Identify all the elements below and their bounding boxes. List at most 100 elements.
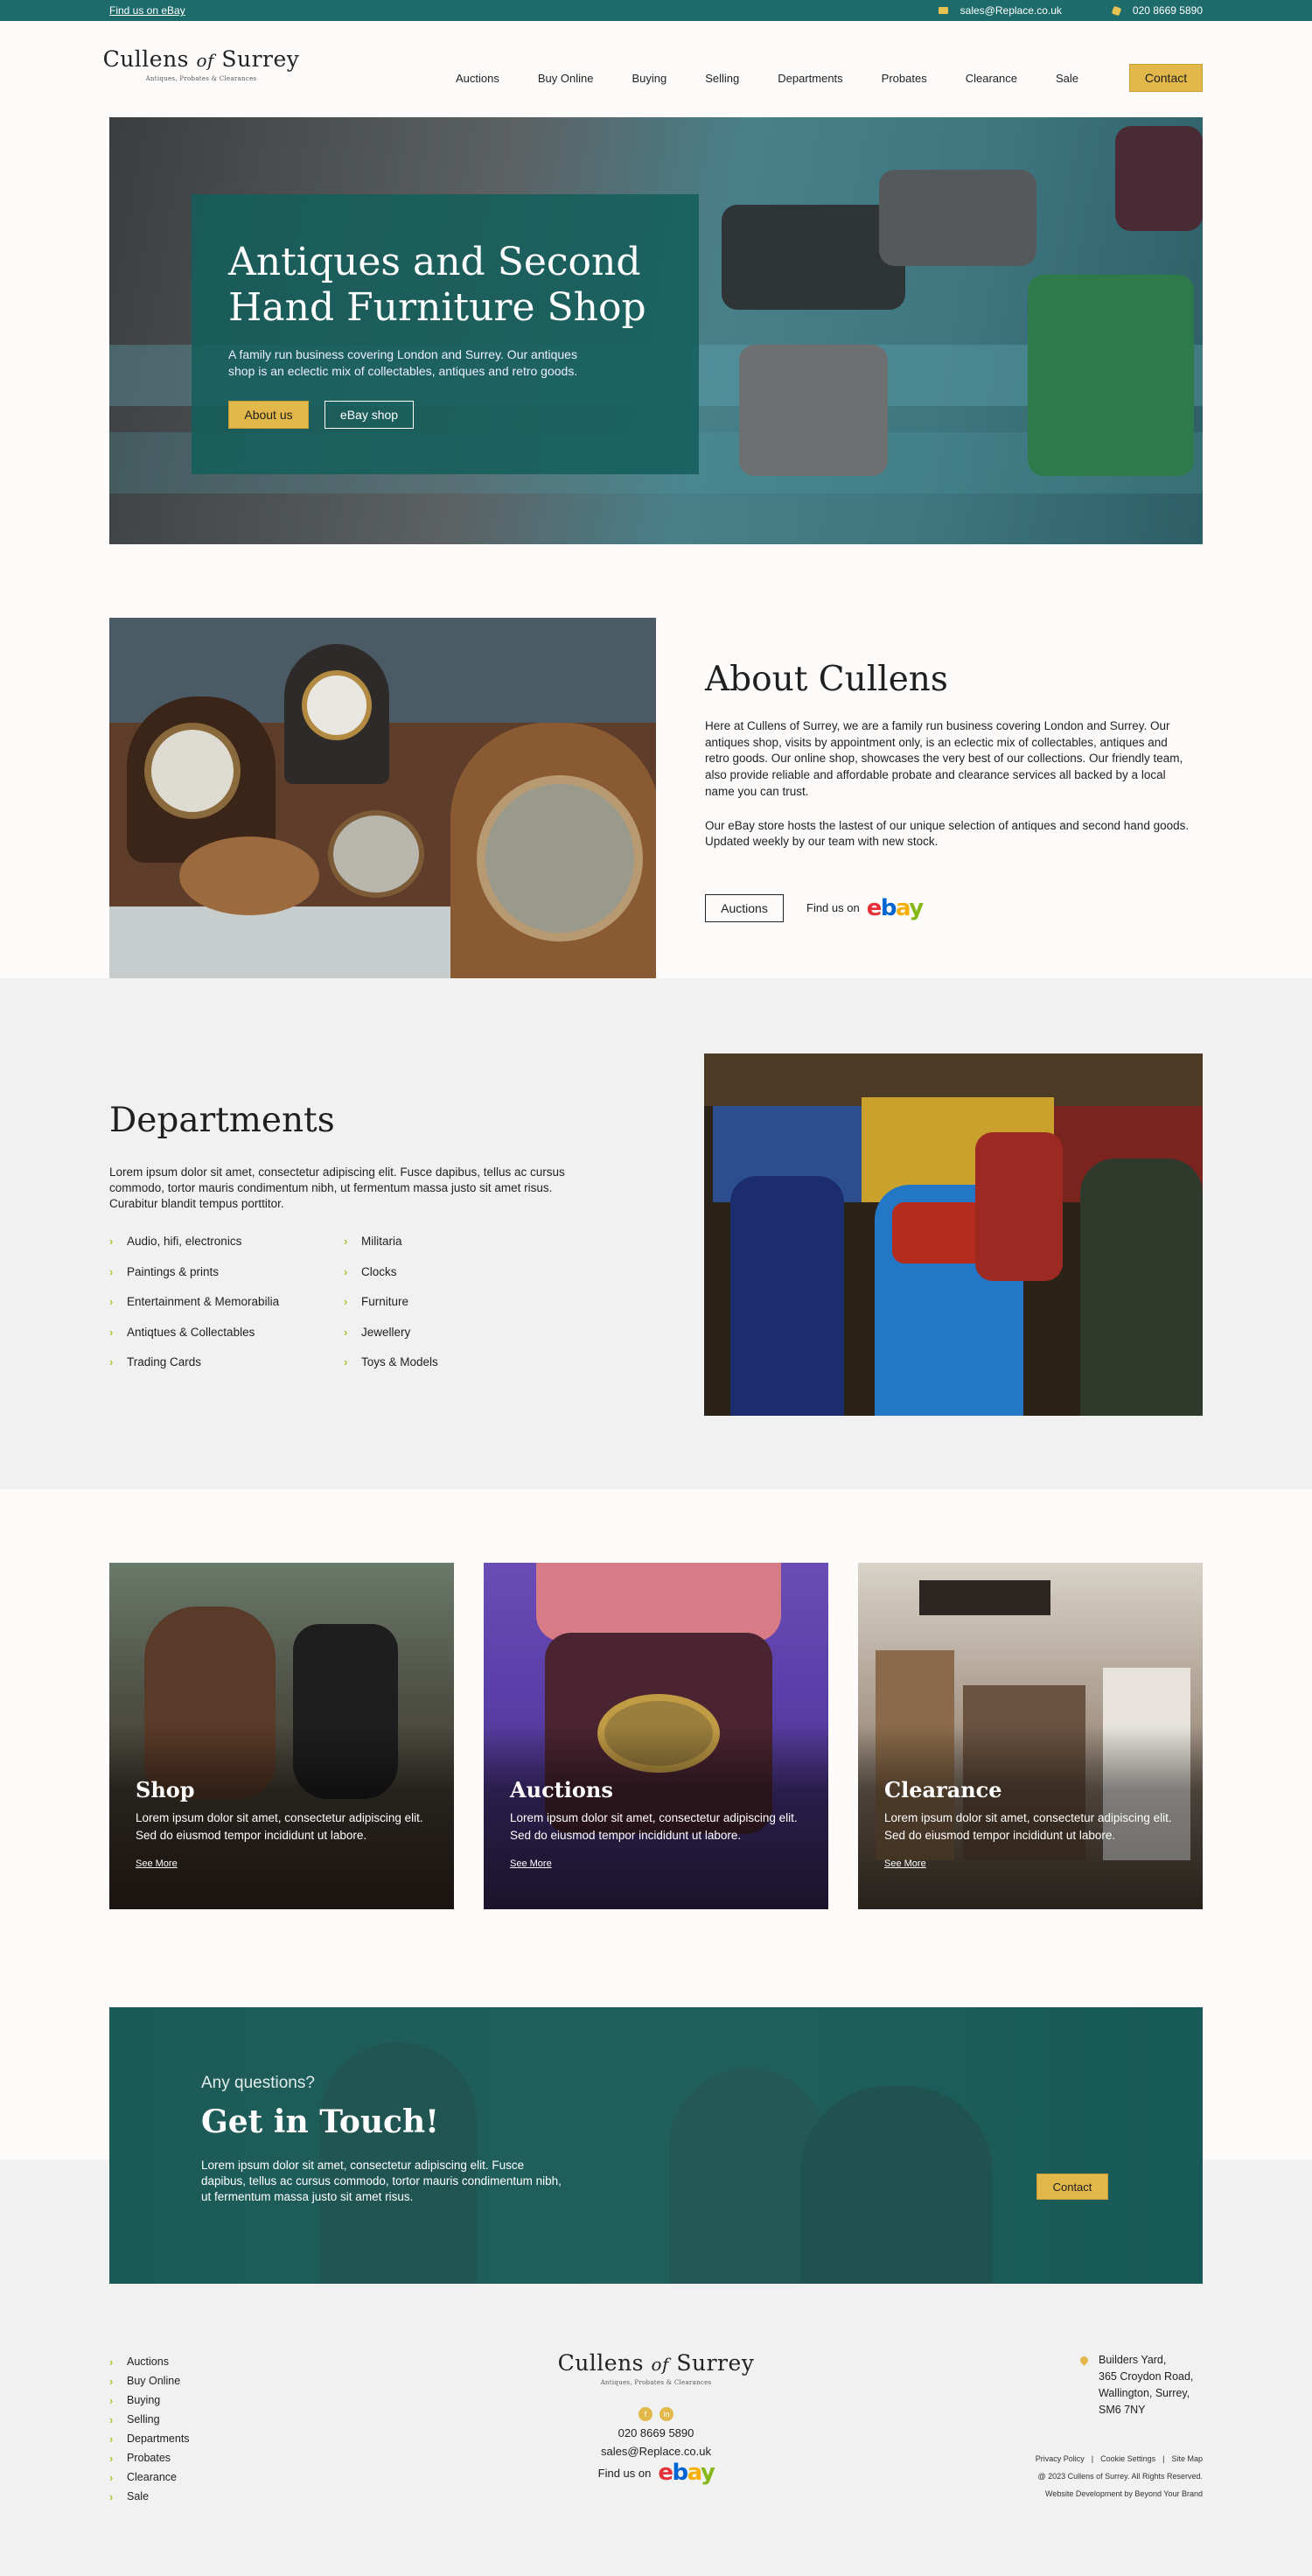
- nav-item-buy-online[interactable]: Buy Online: [538, 72, 594, 85]
- auctions-card-title: Auctions: [510, 1777, 613, 1802]
- footer-link-sale[interactable]: › Sale: [109, 2487, 190, 2506]
- clearance-see-more-link[interactable]: See More: [884, 1858, 926, 1869]
- hero-toy-car-image: [722, 205, 905, 310]
- nav-item-auctions[interactable]: Auctions: [456, 72, 499, 85]
- logo-tagline: Antiques, Probates & Clearances: [600, 2379, 712, 2386]
- hero-toy-bus-image: [1028, 275, 1194, 476]
- ebay-logo: ebay: [866, 894, 925, 921]
- get-in-touch-panel: Any questions? Get in Touch! Lorem ipsum…: [109, 2007, 1203, 2284]
- department-item[interactable]: › Audio, hifi, electronics: [109, 1235, 344, 1248]
- about-title: About Cullens: [705, 660, 948, 699]
- site-header: Cullens of Surrey Antiques, Probates & C…: [0, 21, 1312, 117]
- hero-toy-car-image: [879, 170, 1036, 266]
- address-line: SM6 7NY: [1099, 2404, 1146, 2416]
- credit-link[interactable]: Website Development by Beyond Your Brand: [1036, 2485, 1203, 2502]
- find-us-label: Find us on: [597, 2466, 652, 2480]
- footer-email[interactable]: sales@Replace.co.uk: [601, 2445, 711, 2458]
- envelope-icon: [938, 7, 948, 14]
- logo-wordmark: Cullens of Surrey: [102, 46, 300, 72]
- department-item[interactable]: › Jewellery: [344, 1326, 578, 1339]
- clearance-card-title: Clearance: [884, 1777, 1002, 1802]
- contact-band: Any questions? Get in Touch! Lorem ipsum…: [0, 2007, 1312, 2371]
- departments-title: Departments: [109, 1101, 335, 1140]
- about-us-button[interactable]: About us: [228, 401, 309, 429]
- site-logo[interactable]: Cullens of Surrey Antiques, Probates & C…: [103, 46, 299, 82]
- chevron-right-icon: ›: [109, 1325, 114, 1339]
- privacy-policy-link[interactable]: Privacy Policy: [1036, 2454, 1085, 2463]
- department-item[interactable]: › Antiqtues & Collectables: [109, 1326, 344, 1339]
- department-item[interactable]: › Trading Cards: [109, 1355, 344, 1368]
- auctions-card[interactable]: Auctions Lorem ipsum dolor sit amet, con…: [484, 1563, 828, 1909]
- nav-item-buying[interactable]: Buying: [632, 72, 666, 85]
- footer-phone[interactable]: 020 8669 5890: [618, 2426, 694, 2440]
- site-map-link[interactable]: Site Map: [1171, 2454, 1203, 2463]
- nav-contact-button[interactable]: Contact: [1129, 64, 1203, 92]
- clearance-card[interactable]: Clearance Lorem ipsum dolor sit amet, co…: [858, 1563, 1203, 1909]
- department-item[interactable]: › Toys & Models: [344, 1355, 578, 1368]
- departments-list: › Audio, hifi, electronics › Militaria › Pa…: [109, 1235, 599, 1368]
- find-us-label: Find us on: [806, 901, 860, 915]
- auctions-button[interactable]: Auctions: [705, 893, 784, 922]
- nav-item-clearance[interactable]: Clearance: [966, 72, 1017, 85]
- department-item[interactable]: › Clocks: [344, 1265, 578, 1278]
- main-nav: Auctions Buy Online Buying Selling Depar…: [456, 64, 1203, 92]
- footer-logo[interactable]: Cullens of Surrey Antiques, Probates & C…: [558, 2350, 754, 2386]
- department-item[interactable]: › Entertainment & Memorabilia: [109, 1295, 344, 1308]
- ebay-shop-button[interactable]: eBay shop: [325, 401, 414, 429]
- chevron-right-icon: ›: [344, 1325, 348, 1339]
- department-item[interactable]: › Militaria: [344, 1235, 578, 1248]
- department-item[interactable]: › Paintings & prints: [109, 1265, 344, 1278]
- chevron-right-icon: ›: [344, 1264, 348, 1278]
- department-item[interactable]: › Furniture: [344, 1295, 578, 1308]
- top-bar: Find us on eBay sales@Replace.co.uk 020 …: [0, 0, 1312, 21]
- nav-item-probates[interactable]: Probates: [882, 72, 927, 85]
- nav-item-selling[interactable]: Selling: [705, 72, 739, 85]
- logo-tagline: Antiques, Probates & Clearances: [145, 74, 257, 82]
- logo-wordmark: Cullens of Surrey: [557, 2350, 755, 2376]
- linkedin-icon[interactable]: in: [659, 2407, 673, 2421]
- contact-button[interactable]: Contact: [1036, 2174, 1108, 2200]
- cookie-settings-link[interactable]: Cookie Settings: [1100, 2454, 1155, 2463]
- nav-item-sale[interactable]: Sale: [1056, 72, 1078, 85]
- find-us-on-ebay[interactable]: Find us on ebay: [806, 894, 925, 921]
- site-footer: › Auctions › Buy Online › Buying › Selling ›…: [0, 2284, 1312, 2576]
- about-ebay-paragraph: Our eBay store hosts the lastest of our …: [705, 818, 1190, 849]
- chevron-right-icon: ›: [344, 1295, 348, 1308]
- facebook-icon[interactable]: f: [639, 2407, 653, 2421]
- chevron-right-icon: ›: [109, 1264, 114, 1278]
- auctions-card-text: Lorem ipsum dolor sit amet, consectetur …: [510, 1811, 798, 1842]
- chevron-right-icon: ›: [344, 1355, 348, 1368]
- topbar-email-text: sales@Replace.co.uk: [960, 4, 1062, 17]
- ebay-logo: ebay: [658, 2460, 715, 2486]
- departments-description: Lorem ipsum dolor sit amet, consectetur …: [109, 1166, 565, 1210]
- services-cards-section: Shop Lorem ipsum dolor sit amet, consect…: [0, 1489, 1312, 2007]
- address-line: 365 Croydon Road,: [1099, 2370, 1194, 2383]
- chevron-right-icon: ›: [344, 1235, 348, 1248]
- find-us-on-ebay-link[interactable]: Find us on eBay: [109, 4, 185, 17]
- topbar-phone[interactable]: 020 8669 5890: [1111, 4, 1203, 17]
- map-pin-icon: [1078, 2355, 1090, 2366]
- toy-robots-image: [704, 1054, 1203, 1416]
- shop-card[interactable]: Shop Lorem ipsum dolor sit amet, consect…: [109, 1563, 454, 1909]
- contact-title: Get in Touch!: [201, 2104, 439, 2140]
- chevron-right-icon: ›: [109, 2489, 114, 2503]
- hero-banner: Antiques and Second Hand Furniture Shop A…: [109, 117, 1203, 544]
- about-section: About Cullens Here at Cullens of Surrey,…: [109, 618, 1203, 1008]
- address-line: Builders Yard,: [1099, 2354, 1167, 2366]
- auctions-see-more-link[interactable]: See More: [510, 1858, 552, 1869]
- clocks-image: [109, 618, 656, 1008]
- address-line: Wallington, Surrey,: [1099, 2387, 1190, 2399]
- hero-text-box: Antiques and Second Hand Furniture Shop A…: [192, 194, 699, 474]
- hero-title: Antiques and Second Hand Furniture Shop: [228, 240, 646, 330]
- topbar-email[interactable]: sales@Replace.co.uk: [938, 4, 1062, 17]
- hero-toy-image: [1115, 126, 1203, 231]
- shop-see-more-link[interactable]: See More: [136, 1858, 178, 1869]
- chevron-right-icon: ›: [109, 1355, 114, 1368]
- hero-description: A family run business covering London an…: [228, 347, 578, 378]
- nav-item-departments[interactable]: Departments: [778, 72, 842, 85]
- contact-pretitle: Any questions?: [201, 2074, 315, 2092]
- shop-card-text: Lorem ipsum dolor sit amet, consectetur …: [136, 1811, 423, 1842]
- about-paragraph: Here at Cullens of Surrey, we are a fami…: [705, 719, 1183, 798]
- copyright-text: @ 2023 Cullens of Surrey. All Rights Res…: [1037, 2472, 1203, 2481]
- footer-find-us-on-ebay[interactable]: Find us on ebay: [598, 2460, 715, 2486]
